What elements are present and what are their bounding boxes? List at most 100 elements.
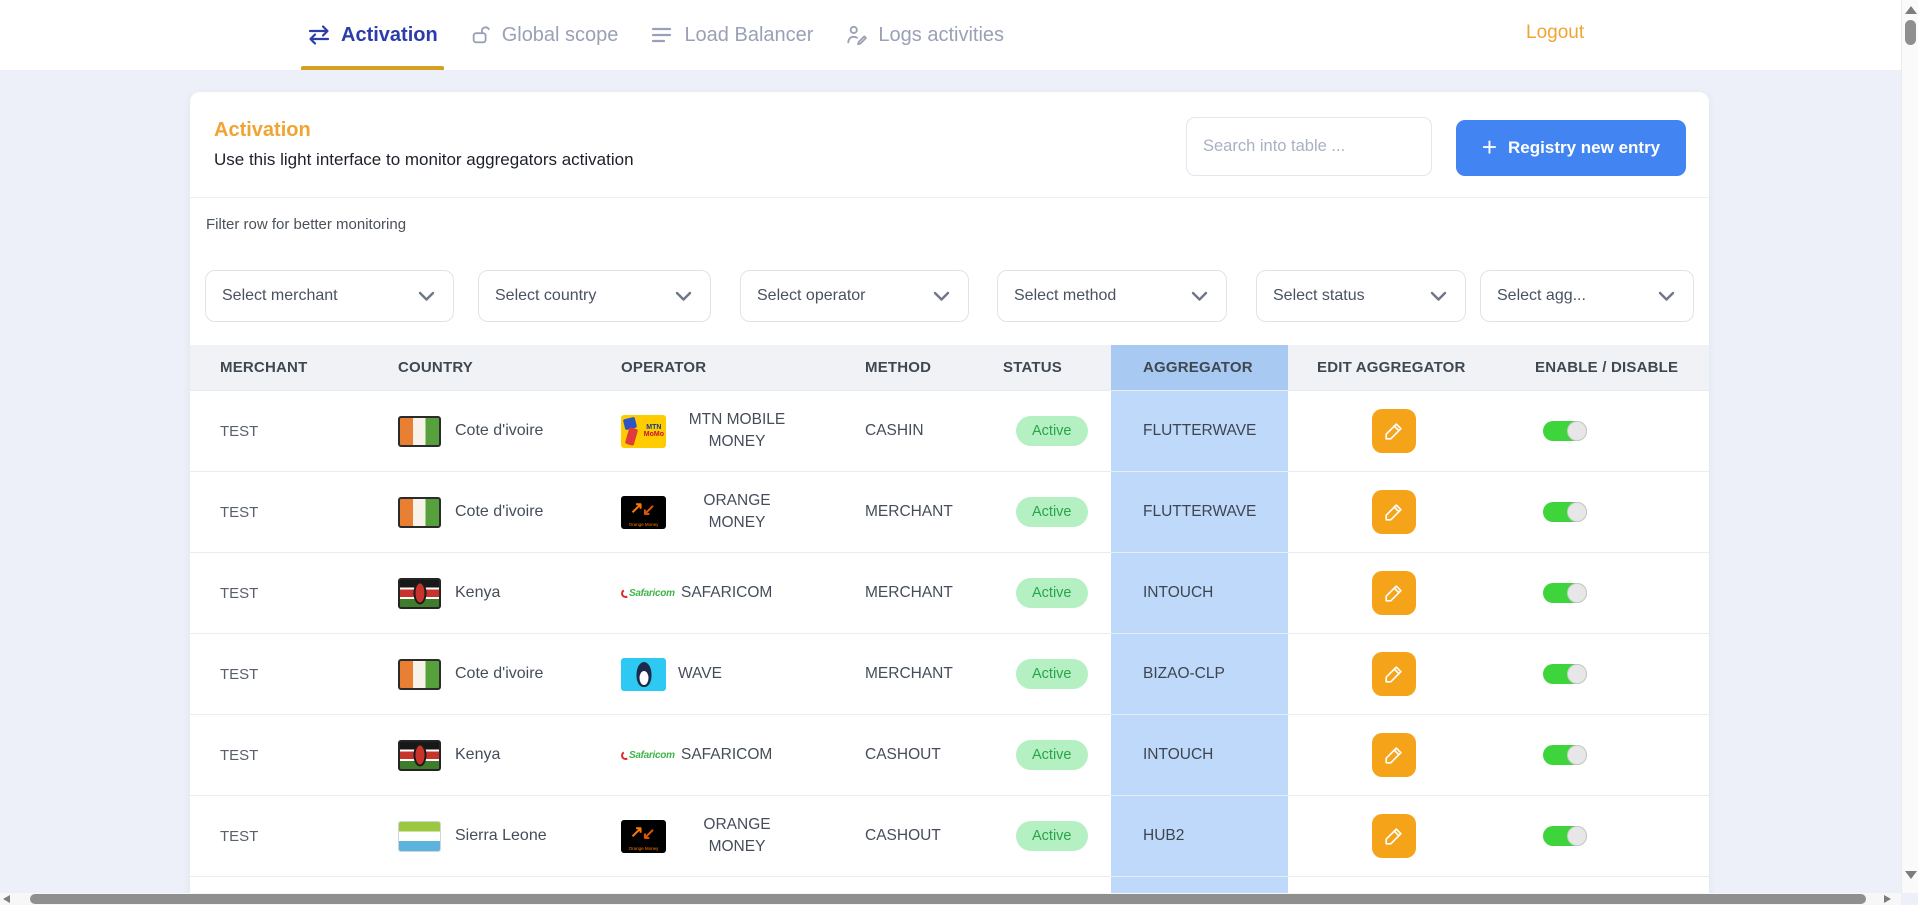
edit-cell: [1288, 553, 1476, 633]
table-row: TESTCote d'ivoire↗↙Orange MoneyORANGE MO…: [190, 472, 1709, 553]
pencil-icon: [1383, 420, 1405, 442]
operator-cell: WAVE: [618, 634, 862, 714]
filter-hint: Filter row for better monitoring: [206, 216, 406, 233]
method-cell: CASHIN: [862, 391, 1000, 471]
plus-icon: +: [1482, 134, 1497, 160]
status-badge: Active: [1016, 497, 1088, 527]
table-search: [1186, 117, 1432, 176]
pencil-icon: [1383, 663, 1405, 685]
toggle-knob: [1567, 502, 1587, 522]
chevron-down-icon: [418, 291, 435, 302]
status-cell: Active: [1000, 634, 1111, 714]
vertical-scrollbar-thumb[interactable]: [1905, 20, 1916, 45]
tab-logs-activities[interactable]: Logs activities: [843, 0, 1006, 70]
scroll-up-arrow-icon[interactable]: [1905, 6, 1917, 14]
select-agg-dropdown[interactable]: Select agg...: [1480, 270, 1694, 322]
chevron-down-icon: [1191, 291, 1208, 302]
filter-row: Select merchant Select country Select oper…: [190, 270, 1709, 322]
tab-activation[interactable]: Activation: [305, 0, 440, 70]
edit-aggregator-button[interactable]: [1372, 652, 1416, 696]
country-cell: Cote d'ivoire: [395, 472, 618, 552]
flag-kenya-icon: [398, 578, 441, 609]
tab-load-balancer[interactable]: Load Balancer: [648, 0, 815, 70]
edit-cell: [1288, 391, 1476, 471]
status-badge: Active: [1016, 578, 1088, 608]
status-cell: Active: [1000, 472, 1111, 552]
select-merchant-dropdown[interactable]: Select merchant: [205, 270, 454, 322]
chevron-down-icon: [1430, 291, 1447, 302]
registry-new-entry-button[interactable]: + Registry new entry: [1456, 120, 1686, 176]
tab-label: Logs activities: [878, 24, 1004, 47]
select-status-dropdown[interactable]: Select status: [1256, 270, 1466, 322]
orange-money-logo: ↗↙Orange Money: [621, 820, 666, 853]
select-method-dropdown[interactable]: Select method: [997, 270, 1227, 322]
dropdown-placeholder: Select operator: [757, 287, 866, 305]
flag-cote-d-ivoire-icon: [398, 416, 441, 447]
table-row: TESTKenyaSafaricomSAFARICOMCASHOUTActive…: [190, 715, 1709, 796]
status-badge: Active: [1016, 821, 1088, 851]
enable-disable-toggle[interactable]: [1543, 583, 1587, 603]
aggregator-cell: INTOUCH: [1111, 715, 1288, 795]
edit-aggregator-button[interactable]: [1372, 409, 1416, 453]
dropdown-placeholder: Select merchant: [222, 287, 338, 305]
edit-aggregator-button[interactable]: [1372, 733, 1416, 777]
page-subtitle: Use this light interface to monitor aggr…: [214, 150, 634, 170]
page-title: Activation: [214, 119, 311, 142]
edit-aggregator-button[interactable]: [1372, 571, 1416, 615]
enable-disable-toggle[interactable]: [1543, 745, 1587, 765]
edit-cell: [1288, 634, 1476, 714]
flag-cote-d-ivoire-icon: [398, 659, 441, 690]
vertical-scrollbar[interactable]: [1901, 0, 1918, 893]
operator-label: ORANGE MONEY: [678, 490, 796, 535]
select-operator-dropdown[interactable]: Select operator: [740, 270, 969, 322]
edit-aggregator-button[interactable]: [1372, 490, 1416, 534]
edit-cell: [1288, 796, 1476, 876]
column-header-enable-disable: ENABLE / DISABLE: [1476, 345, 1709, 390]
horizontal-scrollbar[interactable]: [0, 893, 1901, 905]
merchant-cell: TEST: [190, 391, 395, 471]
select-country-dropdown[interactable]: Select country: [478, 270, 711, 322]
status-cell: Active: [1000, 796, 1111, 876]
enable-disable-toggle[interactable]: [1543, 421, 1587, 441]
logout-link[interactable]: Logout: [1526, 22, 1584, 44]
country-cell: Cote d'ivoire: [395, 634, 618, 714]
activation-panel: Activation Use this light interface to m…: [190, 92, 1709, 905]
country-label: Kenya: [455, 746, 500, 764]
tab-global-scope[interactable]: Global scope: [468, 0, 621, 70]
table-row: TESTCote d'ivoireMTNMoMoMTN MOBILE MONEY…: [190, 391, 1709, 472]
table-row: TESTKenyaSafaricomSAFARICOMMERCHANTActiv…: [190, 553, 1709, 634]
enable-cell: [1476, 391, 1709, 471]
search-input[interactable]: [1187, 137, 1431, 156]
enable-disable-toggle[interactable]: [1543, 502, 1587, 522]
scroll-down-arrow-icon[interactable]: [1905, 871, 1917, 879]
operator-label: MTN MOBILE MONEY: [678, 409, 796, 454]
column-header-edit-aggregator: EDIT AGGREGATOR: [1288, 345, 1476, 390]
column-header-merchant: MERCHANT: [190, 345, 395, 390]
country-label: Sierra Leone: [455, 827, 547, 845]
aggregator-cell: HUB2: [1111, 796, 1288, 876]
toggle-knob: [1567, 421, 1587, 441]
chevron-down-icon: [1658, 291, 1675, 302]
scroll-left-arrow-icon[interactable]: [3, 895, 10, 903]
enable-disable-toggle[interactable]: [1543, 664, 1587, 684]
flag-kenya-icon: [398, 740, 441, 771]
enable-disable-toggle[interactable]: [1543, 826, 1587, 846]
aggregator-cell: INTOUCH: [1111, 553, 1288, 633]
operator-cell: ↗↙Orange MoneyORANGE MONEY: [618, 796, 862, 876]
scroll-right-arrow-icon[interactable]: [1884, 895, 1891, 903]
horizontal-scrollbar-thumb[interactable]: [30, 894, 1866, 904]
table-header-row: MERCHANTCOUNTRYOPERATORMETHODSTATUSAGGRE…: [190, 345, 1709, 391]
country-label: Cote d'ivoire: [455, 665, 543, 683]
user-edit-icon: [845, 24, 868, 46]
dropdown-placeholder: Select status: [1273, 287, 1365, 305]
pencil-icon: [1383, 825, 1405, 847]
orange-money-logo: ↗↙Orange Money: [621, 496, 666, 529]
tab-label: Activation: [341, 24, 438, 47]
table-row: TESTCote d'ivoireWAVEMERCHANTActiveBIZAO…: [190, 634, 1709, 715]
enable-cell: [1476, 796, 1709, 876]
pencil-icon: [1383, 582, 1405, 604]
edit-aggregator-button[interactable]: [1372, 814, 1416, 858]
operator-cell: SafaricomSAFARICOM: [618, 553, 862, 633]
operator-label: WAVE: [678, 663, 722, 685]
column-header-status: STATUS: [1000, 345, 1111, 390]
